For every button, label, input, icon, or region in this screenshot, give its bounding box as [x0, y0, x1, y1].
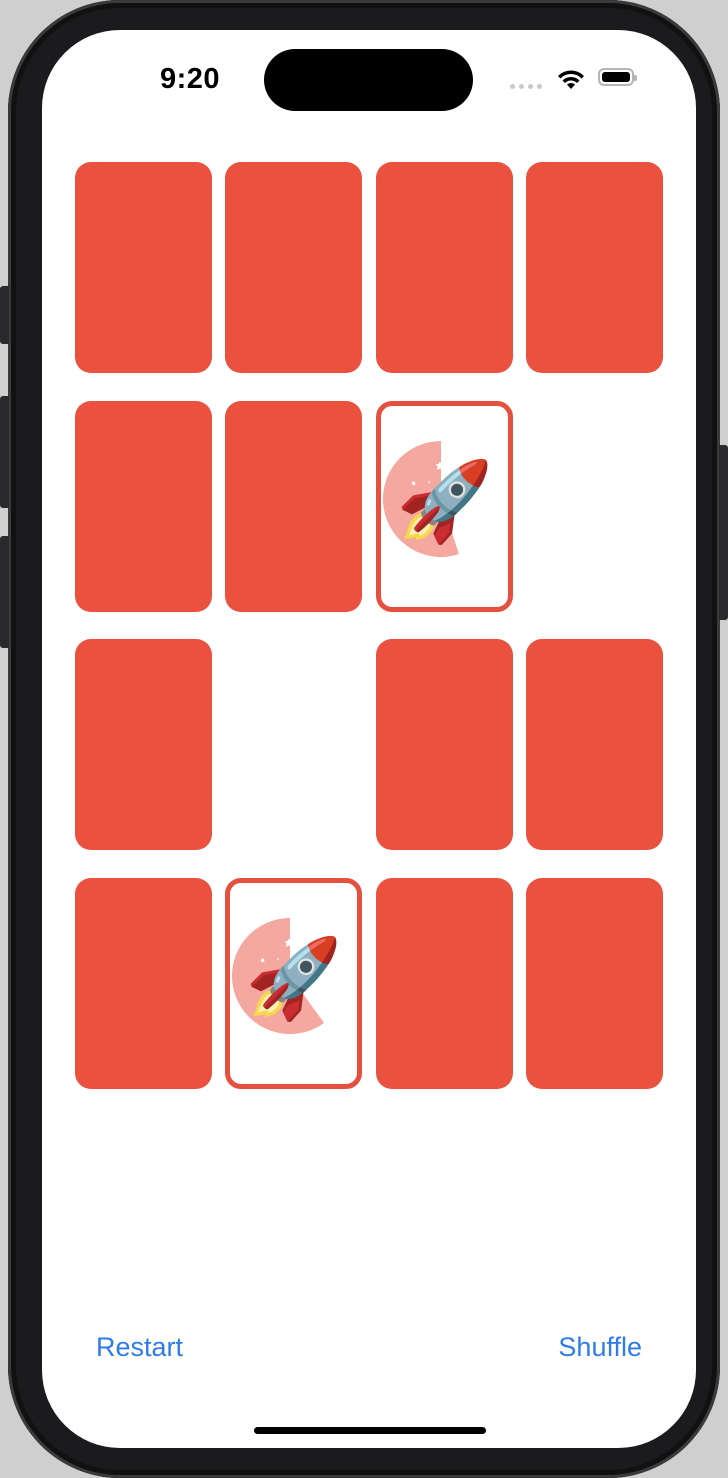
card-slot-empty [225, 639, 362, 850]
card-emoji: 🚀 [395, 457, 494, 545]
card-grid: 🚀 🚀 [75, 162, 663, 1089]
card[interactable] [526, 162, 663, 373]
card[interactable] [75, 401, 212, 612]
wifi-icon [558, 70, 584, 89]
cellular-signal-icon [510, 84, 542, 89]
card-slot-empty [526, 401, 663, 612]
card[interactable] [75, 639, 212, 850]
card[interactable] [75, 162, 212, 373]
battery-icon [598, 68, 637, 86]
card[interactable] [75, 878, 212, 1089]
card[interactable]: 🚀 [376, 401, 513, 612]
status-time: 9:20 [159, 63, 221, 95]
dynamic-island [264, 49, 473, 111]
mute-switch [0, 286, 9, 344]
card[interactable]: 🚀 [225, 878, 362, 1089]
card[interactable] [376, 878, 513, 1089]
card[interactable] [526, 878, 663, 1089]
volume-up-button [0, 396, 9, 508]
volume-down-button [0, 536, 9, 648]
power-button [719, 445, 728, 620]
home-indicator [254, 1427, 486, 1434]
card[interactable] [376, 162, 513, 373]
screen: 9:20 🚀 🚀 Restart Shuffle [42, 30, 696, 1448]
card[interactable] [225, 162, 362, 373]
card[interactable] [376, 639, 513, 850]
restart-button[interactable]: Restart [96, 1332, 183, 1363]
card[interactable] [526, 639, 663, 850]
card-emoji: 🚀 [244, 934, 343, 1022]
card[interactable] [225, 401, 362, 612]
shuffle-button[interactable]: Shuffle [558, 1332, 642, 1363]
